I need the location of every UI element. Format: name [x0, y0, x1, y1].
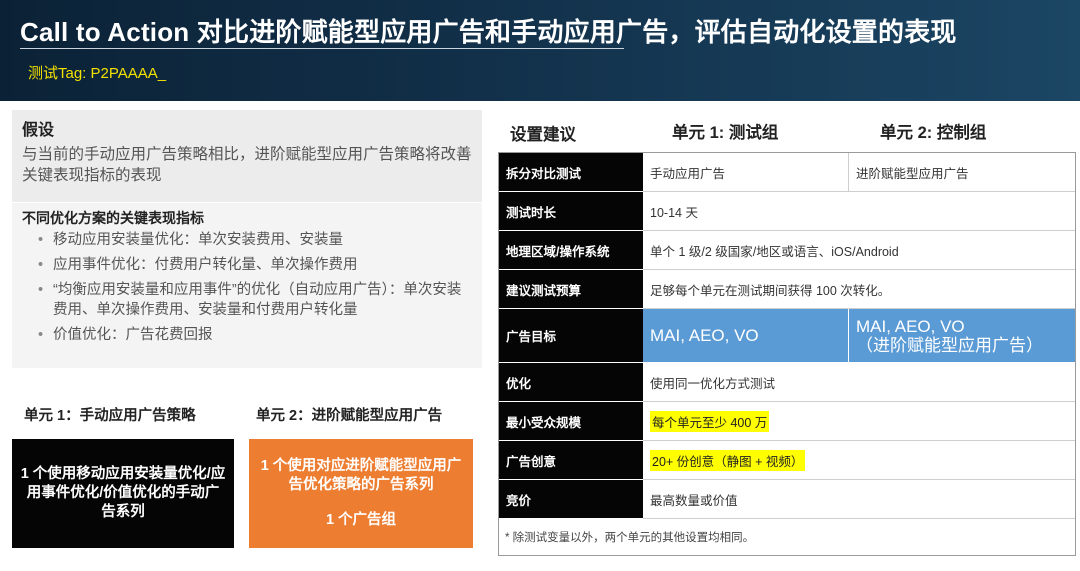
table-row: 地理区域/操作系统 单个 1 级/2 级国家/地区或语言、iOS/Android	[499, 231, 1075, 270]
table-row: 优化 使用同一优化方式测试	[499, 363, 1075, 402]
kpi-title: 不同优化方案的关键表现指标	[22, 210, 204, 226]
unit2-campaign-text: 1 个使用对应进阶赋能型应用广告优化策略的广告系列	[260, 458, 462, 493]
kpi-item: 移动应用安装量优化：单次安装费用、安装量	[38, 230, 472, 250]
unit1-label: 单元 1：手动应用广告策略	[24, 408, 196, 424]
table-row: 测试时长 10-14 天	[499, 192, 1075, 231]
header-banner: Call to Action 对比进阶赋能型应用广告和手动应用广告，评估自动化设…	[0, 0, 1080, 101]
test-tag: 测试Tag: P2PAAAA_	[28, 65, 167, 82]
unit1-campaign-text: 1 个使用移动应用安装量优化/应用事件优化/价值优化的手动广告系列	[20, 466, 226, 520]
row-label: 测试时长	[499, 192, 643, 231]
row-label: 拆分对比测试	[499, 153, 643, 192]
unit1-cell: 手动应用广告	[643, 153, 849, 192]
row-label: 建议测试预算	[499, 270, 643, 309]
unit2-column-header: 单元 2: 控制组	[880, 124, 987, 142]
unit2-campaign-box: 1 个使用对应进阶赋能型应用广告优化策略的广告系列 1 个广告组	[249, 439, 473, 548]
unit2-label: 单元 2：进阶赋能型应用广告	[256, 408, 443, 424]
table-row: 最小受众规模 每个单元至少 400 万	[499, 402, 1075, 441]
shared-cell: 足够每个单元在测试期间获得 100 次转化。	[643, 270, 1075, 309]
kpi-panel: 不同优化方案的关键表现指标 移动应用安装量优化：单次安装费用、安装量 应用事件优…	[12, 203, 482, 368]
page-title: Call to Action 对比进阶赋能型应用广告和手动应用广告，评估自动化设…	[20, 17, 957, 47]
unit2-goal-line2: （进阶赋能型应用广告）	[856, 335, 1043, 355]
shared-cell: 最高数量或价值	[643, 480, 1075, 519]
table-row: 建议测试预算 足够每个单元在测试期间获得 100 次转化。	[499, 270, 1075, 309]
hypothesis-text: 与当前的手动应用广告策略相比，进阶赋能型应用广告策略将改善关键表现指标的表现	[22, 146, 472, 184]
shared-cell: 单个 1 级/2 级国家/地区或语言、iOS/Android	[643, 231, 1075, 270]
kpi-item: 价值优化：广告花费回报	[38, 325, 472, 345]
unit2-goal-cell: MAI, AEO, VO （进阶赋能型应用广告）	[849, 309, 1075, 363]
footnote: * 除测试变量以外，两个单元的其他设置均相同。	[499, 519, 1075, 555]
unit2-cell: 进阶赋能型应用广告	[849, 153, 1075, 192]
highlighted-value: 20+ 份创意（静图 + 视频）	[650, 449, 806, 471]
hypothesis-title: 假设	[22, 122, 55, 139]
table-row: 拆分对比测试 手动应用广告 进阶赋能型应用广告	[499, 153, 1075, 192]
kpi-list: 移动应用安装量优化：单次安装费用、安装量 应用事件优化：付费用户转化量、单次操作…	[22, 230, 472, 345]
kpi-item: “均衡应用安装量和应用事件”的优化（自动应用广告）：单次安装费用、单次操作费用、…	[38, 280, 472, 320]
table-row: 广告目标 MAI, AEO, VO MAI, AEO, VO （进阶赋能型应用广…	[499, 309, 1075, 363]
shared-cell: 每个单元至少 400 万	[643, 402, 1075, 441]
row-label: 广告创意	[499, 441, 643, 480]
title-divider	[20, 48, 624, 49]
row-label: 广告目标	[499, 309, 643, 363]
kpi-item: 应用事件优化：付费用户转化量、单次操作费用	[38, 255, 472, 275]
setup-column-header: 设置建议	[510, 126, 576, 144]
table-row: 广告创意 20+ 份创意（静图 + 视频）	[499, 441, 1075, 480]
unit1-campaign-box: 1 个使用移动应用安装量优化/应用事件优化/价值优化的手动广告系列	[12, 439, 234, 548]
row-label: 竞价	[499, 480, 643, 519]
shared-cell: 20+ 份创意（静图 + 视频）	[643, 441, 1075, 480]
hypothesis-panel: 假设 与当前的手动应用广告策略相比，进阶赋能型应用广告策略将改善关键表现指标的表…	[12, 110, 482, 202]
setup-table: 拆分对比测试 手动应用广告 进阶赋能型应用广告 测试时长 10-14 天 地理区…	[498, 152, 1076, 556]
highlighted-value: 每个单元至少 400 万	[650, 410, 770, 432]
unit2-adgroup-text: 1 个广告组	[325, 512, 397, 528]
row-label: 优化	[499, 363, 643, 402]
row-label: 最小受众规模	[499, 402, 643, 441]
shared-cell: 10-14 天	[643, 192, 1075, 231]
unit2-goal-line1: MAI, AEO, VO	[856, 316, 965, 336]
unit1-goal-cell: MAI, AEO, VO	[643, 309, 849, 363]
shared-cell: 使用同一优化方式测试	[643, 363, 1075, 402]
table-row: 竞价 最高数量或价值	[499, 480, 1075, 519]
unit1-column-header: 单元 1: 测试组	[672, 124, 779, 142]
row-label: 地理区域/操作系统	[499, 231, 643, 270]
